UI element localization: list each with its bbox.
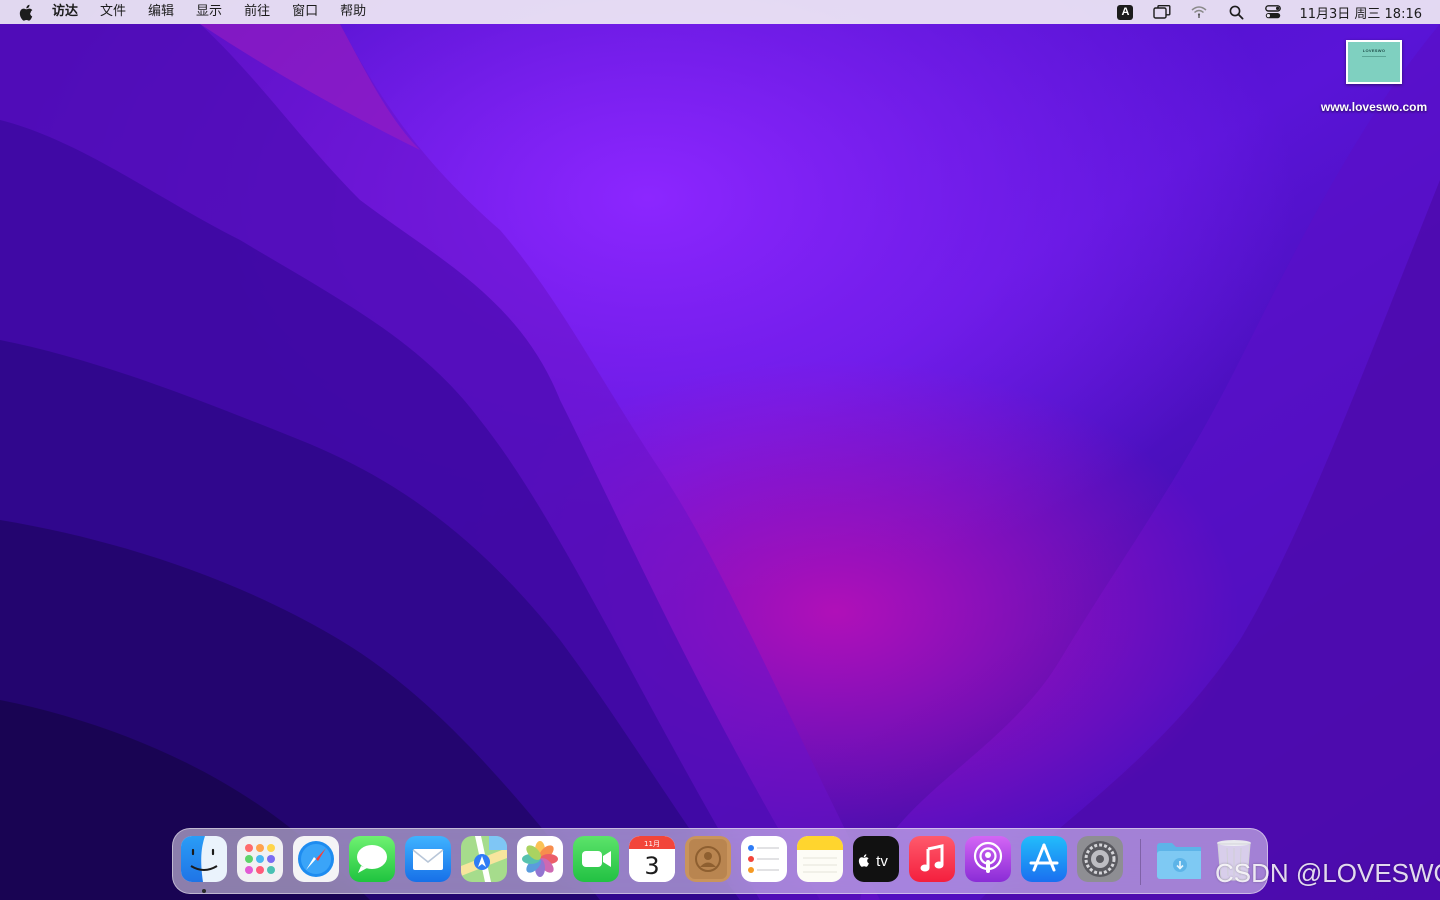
menu-view[interactable]: 显示 — [185, 0, 233, 24]
menu-bar-left: 访达 文件 编辑 显示 前往 窗口 帮助 — [0, 0, 377, 24]
calendar-icon[interactable]: 11月 3 — [629, 836, 675, 882]
file-thumbnail: LOVESWO — [1346, 40, 1402, 84]
file-thumbnail-preview: LOVESWO — [1348, 42, 1400, 82]
menu-go[interactable]: 前往 — [233, 0, 281, 24]
finder-icon[interactable] — [181, 836, 227, 882]
file-label: www.loveswo.com — [1320, 100, 1428, 114]
calendar-day: 3 — [644, 852, 659, 880]
app-store-icon[interactable] — [1021, 836, 1067, 882]
menu-bar-status: A 11月3日 周三 18:16 — [1113, 0, 1440, 24]
input-source-label: A — [1117, 4, 1134, 20]
wifi-icon[interactable] — [1187, 0, 1211, 24]
reminders-icon[interactable] — [741, 836, 787, 882]
podcasts-icon[interactable] — [965, 836, 1011, 882]
music-icon[interactable] — [909, 836, 955, 882]
spotlight-search-icon[interactable] — [1224, 0, 1248, 24]
facetime-icon[interactable] — [573, 836, 619, 882]
menu-clock[interactable]: 11月3日 周三 18:16 — [1299, 3, 1422, 22]
system-preferences-icon[interactable] — [1077, 836, 1123, 882]
finder-running-indicator — [202, 889, 206, 893]
mail-icon[interactable] — [405, 836, 451, 882]
menu-app-name[interactable]: 访达 — [52, 0, 89, 24]
contacts-icon[interactable] — [685, 836, 731, 882]
desktop[interactable]: 访达 文件 编辑 显示 前往 窗口 帮助 A 11月3日 周三 18:16 LO… — [0, 0, 1440, 900]
file-thumbnail-line — [1362, 56, 1386, 57]
menu-bar: 访达 文件 编辑 显示 前往 窗口 帮助 A 11月3日 周三 18:16 — [0, 0, 1440, 24]
downloads-folder-icon[interactable] — [1155, 836, 1201, 882]
file-thumbnail-brand: LOVESWO — [1362, 48, 1386, 53]
apple-menu-icon[interactable] — [18, 3, 34, 21]
watermark-text: CSDN @LOVESWO — [1215, 858, 1440, 888]
apple-tv-label: tv — [876, 853, 888, 870]
dock: 11月 3 tv — [172, 828, 1268, 894]
menu-help[interactable]: 帮助 — [329, 0, 377, 24]
desktop-file[interactable]: LOVESWO www.loveswo.com — [1312, 40, 1436, 114]
input-source-icon[interactable]: A — [1113, 0, 1137, 24]
mirroring-icon[interactable] — [1150, 0, 1174, 24]
maps-icon[interactable] — [461, 836, 507, 882]
menu-edit[interactable]: 编辑 — [137, 0, 185, 24]
wallpaper — [0, 0, 1440, 900]
photos-icon[interactable] — [517, 836, 563, 882]
safari-icon[interactable] — [293, 836, 339, 882]
calendar-month: 11月 — [644, 840, 660, 848]
control-center-icon[interactable] — [1261, 0, 1285, 24]
launchpad-icon[interactable] — [237, 836, 283, 882]
notes-icon[interactable] — [797, 836, 843, 882]
menu-window[interactable]: 窗口 — [281, 0, 329, 24]
dock-separator — [1140, 839, 1141, 885]
apple-tv-icon[interactable]: tv — [853, 836, 899, 882]
messages-icon[interactable] — [349, 836, 395, 882]
menu-file[interactable]: 文件 — [89, 0, 137, 24]
